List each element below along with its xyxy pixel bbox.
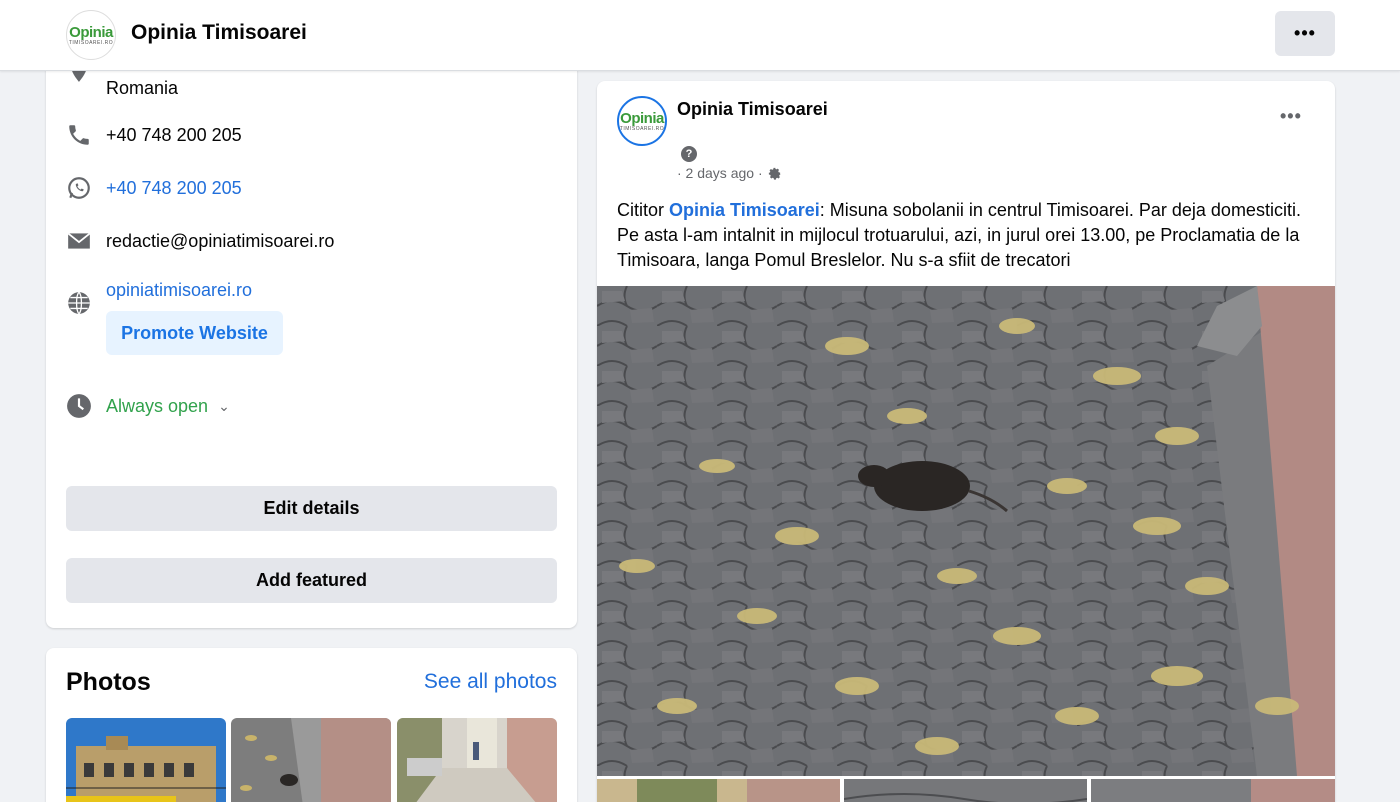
post-photo-thumbnail[interactable] [597, 779, 840, 802]
post-timestamp[interactable]: · 2 days ago · [677, 165, 763, 181]
whatsapp-icon [68, 177, 90, 199]
envelope-icon [67, 232, 91, 249]
page-header: Opinia TIMISOAREI.RO Opinia Timisoarei •… [0, 0, 1400, 71]
post-photo-thumbnail[interactable] [844, 779, 1087, 802]
more-options-button[interactable]: ••• [1275, 11, 1335, 56]
address-text: Romania [106, 78, 179, 98]
photo-thumbnail[interactable] [66, 718, 226, 802]
email-address: redactie@opiniatimisoarei.ro [106, 230, 335, 251]
street-photo-image [397, 718, 557, 802]
see-all-photos-link[interactable]: See all photos [424, 670, 557, 694]
clock-icon [67, 394, 91, 418]
pavement-image [844, 779, 1087, 802]
post-author-avatar[interactable]: Opinia TIMISOAREI.RO [617, 96, 667, 146]
gear-icon[interactable] [767, 166, 782, 181]
whatsapp-link[interactable]: +40 748 200 205 [106, 178, 242, 199]
hours-row[interactable]: Always open ⌄ [66, 393, 230, 419]
help-icon[interactable]: ? [681, 146, 697, 162]
photos-card: Photos See all photos [46, 648, 577, 802]
page-title[interactable]: Opinia Timisoarei [131, 21, 307, 45]
phone-number: +40 748 200 205 [106, 124, 242, 145]
post-mention-link[interactable]: Opinia Timisoarei [669, 200, 820, 220]
post-card: Opinia TIMISOAREI.RO Opinia Timisoarei ?… [597, 81, 1335, 802]
page-avatar[interactable]: Opinia TIMISOAREI.RO [66, 10, 116, 60]
website-link[interactable]: opiniatimisoarei.ro [106, 280, 252, 301]
phone-icon [69, 125, 89, 145]
whatsapp-row[interactable]: +40 748 200 205 [66, 175, 242, 201]
post-photo-thumbnail[interactable] [1091, 779, 1335, 802]
more-dots-icon: ••• [1294, 23, 1316, 43]
phone-row: +40 748 200 205 [66, 122, 242, 148]
photos-heading: Photos [66, 668, 151, 696]
edit-details-button[interactable]: Edit details [66, 486, 557, 531]
chevron-down-icon[interactable]: ⌄ [218, 398, 230, 415]
photo-thumbnail[interactable] [397, 718, 557, 802]
logo-word: Opinia [620, 109, 664, 127]
intro-card: Romania +40 748 200 205 +40 748 200 205 … [46, 40, 577, 628]
logo-word: Opinia [69, 23, 113, 41]
post-photo[interactable] [597, 286, 1335, 776]
post-text-prefix: Cititor [617, 200, 670, 220]
building-photo-image [66, 718, 226, 802]
post-author-name[interactable]: Opinia Timisoarei [677, 99, 828, 120]
rat-on-sidewalk-image [597, 286, 1335, 776]
photo-thumbnail[interactable] [231, 718, 391, 802]
globe-icon [68, 291, 90, 315]
post-text: Cititor Opinia Timisoarei: Misuna sobola… [617, 198, 1317, 273]
post-options-button[interactable]: ••• [1280, 106, 1302, 127]
logo-subtitle: TIMISOAREI.RO [68, 39, 114, 46]
rat-photo-image [231, 718, 391, 802]
add-featured-button[interactable]: Add featured [66, 558, 557, 603]
logo-subtitle: TIMISOAREI.RO [619, 125, 665, 132]
street-trees-image [597, 779, 840, 802]
hours-status[interactable]: Always open [106, 396, 208, 417]
post-meta: · 2 days ago · [677, 165, 782, 181]
email-row: redactie@opiniatimisoarei.ro [66, 228, 334, 254]
promote-website-button[interactable]: Promote Website [106, 311, 283, 355]
pavement-wall-image [1091, 779, 1335, 802]
